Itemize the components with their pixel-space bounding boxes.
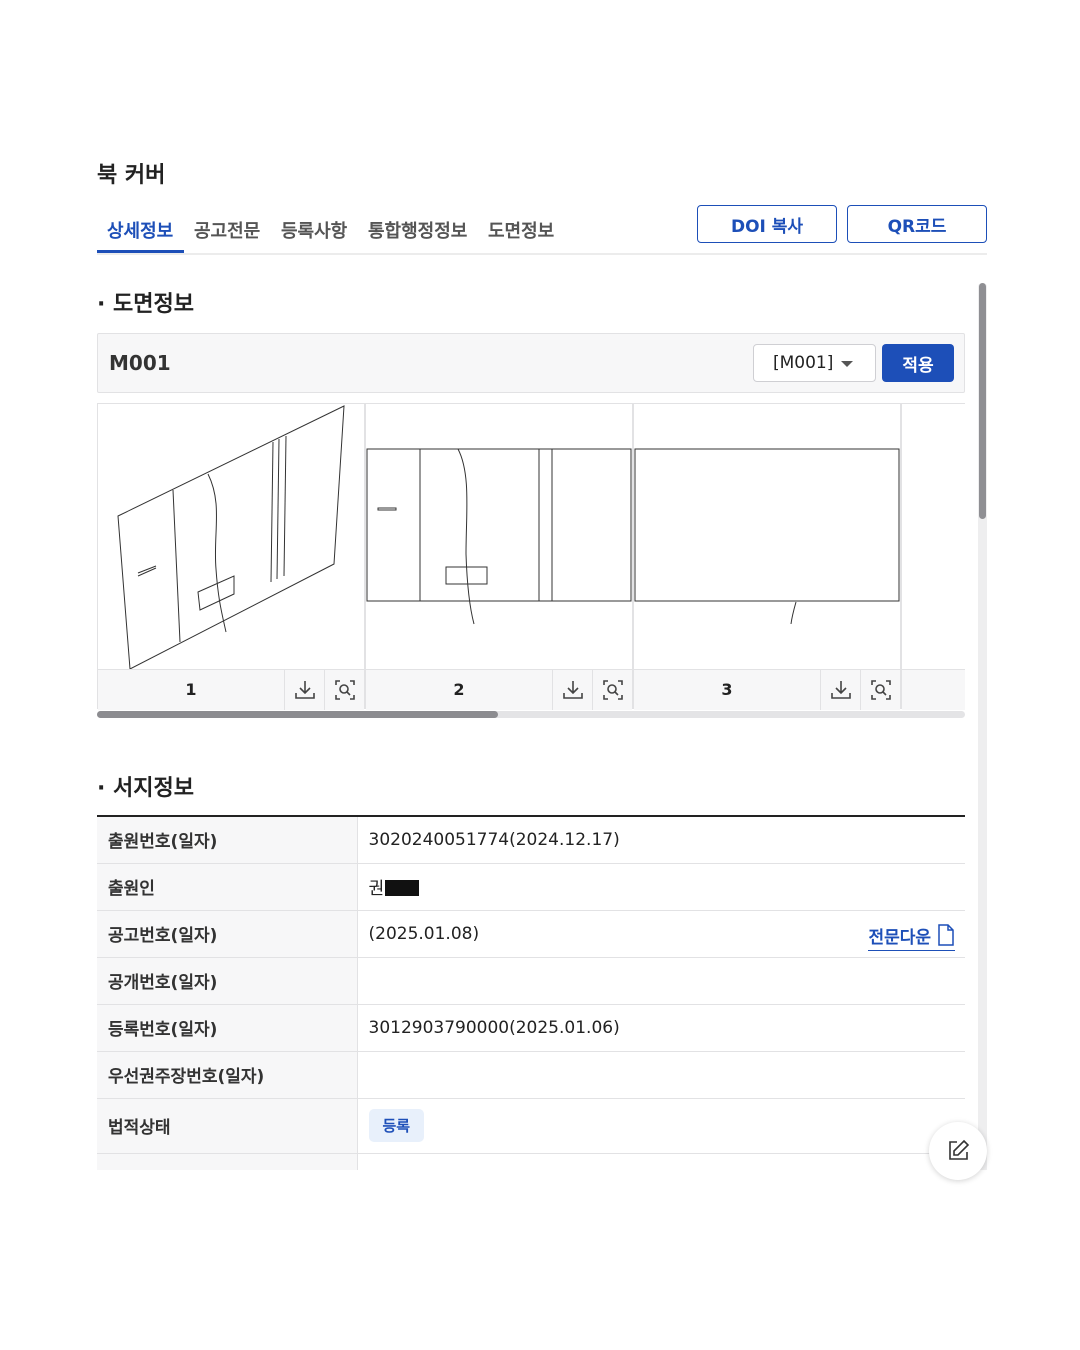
caret-down-icon xyxy=(841,361,853,367)
qr-code-button[interactable]: QR코드 xyxy=(847,205,987,243)
table-row: 공고번호(일자) (2025.01.08) 전문다운 xyxy=(97,910,965,958)
row-value xyxy=(357,957,965,1005)
row-label: 출원인 xyxy=(97,863,358,911)
drawing-image[interactable] xyxy=(366,404,632,669)
scrollbar-thumb[interactable] xyxy=(97,711,498,718)
row-label: 우선권주장번호(일자) xyxy=(97,1051,358,1099)
row-label: 공개번호(일자) xyxy=(97,957,358,1005)
drawing-image[interactable] xyxy=(634,404,900,669)
vertical-scrollbar[interactable] xyxy=(978,283,987,1173)
zoom-icon[interactable] xyxy=(324,670,365,710)
thumbnail-footer: 2 xyxy=(366,669,632,710)
tab-bar: 상세정보 공고전문 등록사항 통합행정정보 도면정보 DOI 복사 QR코드 xyxy=(97,203,987,255)
zoom-icon[interactable] xyxy=(860,670,901,710)
drawing-thumbnail-card[interactable]: 2 xyxy=(365,403,633,710)
table-row: 공개번호(일자) xyxy=(97,957,965,1005)
drawing-thumbnail-strip: 1 2 3 xyxy=(97,403,965,711)
applicant-value: 권 xyxy=(357,863,965,911)
current-drawing-code: M001 xyxy=(109,351,171,375)
legal-status-cell: 등록 xyxy=(357,1098,965,1154)
thumbnail-footer: 1 xyxy=(98,669,364,710)
download-link-label: 전문다운 xyxy=(868,927,931,948)
redaction-block xyxy=(385,880,420,896)
row-label: 공고번호(일자) xyxy=(97,910,358,958)
row-label: 등록번호(일자) xyxy=(97,1004,358,1052)
row-value: 3012903790000(2025.01.06) xyxy=(357,1004,965,1052)
thumbnail-footer: 3 xyxy=(634,669,900,710)
drawing-thumbnail-card[interactable] xyxy=(901,403,965,710)
document-icon xyxy=(938,924,954,946)
full-text-download-link[interactable]: 전문다운 xyxy=(868,923,955,951)
download-icon[interactable] xyxy=(552,670,593,710)
drawing-thumbnail-card[interactable]: 1 xyxy=(97,403,365,710)
apply-button[interactable]: 적용 xyxy=(882,344,954,382)
bibliographic-table: 출원번호(일자) 3020240051774(2024.12.17) 출원인 권… xyxy=(97,815,965,1201)
download-icon[interactable] xyxy=(284,670,325,710)
status-badge: 등록 xyxy=(368,1109,425,1142)
announcement-value-cell: (2025.01.08) 전문다운 xyxy=(357,910,965,958)
page-title: 북 커버 xyxy=(97,163,166,188)
drawing-selector-bar: M001 [M001] 적용 xyxy=(97,333,965,393)
bibliographic-section-heading: · 서지정보 xyxy=(97,776,194,801)
thumbnail-number: 1 xyxy=(185,680,197,699)
tab-registration[interactable]: 등록사항 xyxy=(281,217,347,243)
edit-icon xyxy=(949,1139,970,1160)
row-label: 출원번호(일자) xyxy=(97,816,358,864)
table-row: 등록번호(일자) 3012903790000(2025.01.06) xyxy=(97,1004,965,1052)
thumbnail-number: 2 xyxy=(453,680,465,699)
table-row: 법적상태 등록 xyxy=(97,1098,965,1154)
thumbnail-footer xyxy=(902,669,965,710)
drawing-select[interactable]: [M001] xyxy=(753,344,876,382)
drawing-select-value: [M001] xyxy=(773,353,834,373)
table-row: 출원인 권 xyxy=(97,863,965,911)
tab-admin-info[interactable]: 통합행정정보 xyxy=(368,217,467,243)
row-value: 3020240051774(2024.12.17) xyxy=(357,816,965,864)
drawing-thumbnail-card[interactable]: 3 xyxy=(633,403,901,710)
download-icon[interactable] xyxy=(820,670,861,710)
tab-drawing-info[interactable]: 도면정보 xyxy=(488,217,554,243)
active-tab-indicator xyxy=(97,250,184,253)
zoom-icon[interactable] xyxy=(592,670,633,710)
scrollbar-thumb[interactable] xyxy=(979,283,986,519)
table-row: 출원번호(일자) 3020240051774(2024.12.17) xyxy=(97,816,965,864)
drawing-section-heading: · 도면정보 xyxy=(97,292,194,317)
drawing-image[interactable] xyxy=(98,404,364,669)
edit-floating-button[interactable] xyxy=(929,1122,987,1180)
doi-copy-button[interactable]: DOI 복사 xyxy=(697,205,837,243)
viewport-bottom-blank xyxy=(0,1170,1080,1350)
row-label: 법적상태 xyxy=(97,1098,358,1154)
tab-announcement[interactable]: 공고전문 xyxy=(194,217,260,243)
row-value: (2025.01.08) xyxy=(368,923,480,944)
table-row: 우선권주장번호(일자) xyxy=(97,1051,965,1099)
thumbnail-horizontal-scrollbar[interactable] xyxy=(97,711,965,718)
tab-detail[interactable]: 상세정보 xyxy=(107,217,173,243)
thumbnail-number: 3 xyxy=(721,680,733,699)
applicant-name: 권 xyxy=(368,879,385,899)
row-value xyxy=(357,1051,965,1099)
